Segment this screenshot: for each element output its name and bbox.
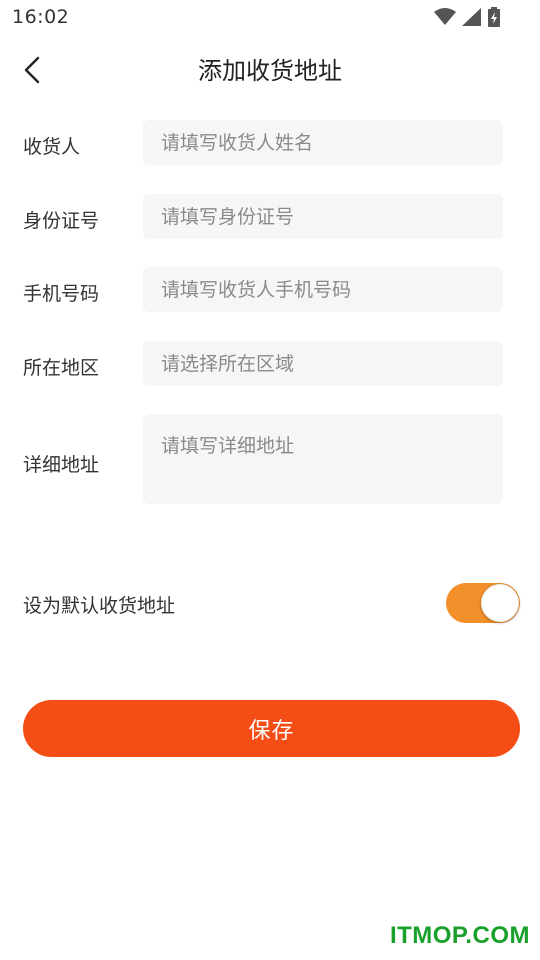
region-row: 所在地区 xyxy=(0,341,540,386)
phone-row: 手机号码 xyxy=(0,267,540,312)
toggle-knob xyxy=(481,584,519,622)
wifi-icon xyxy=(434,8,456,30)
region-label: 所在地区 xyxy=(23,357,100,379)
watermark: ITMOP.COM xyxy=(389,922,530,949)
address-textarea[interactable] xyxy=(143,414,503,504)
default-address-row: 设为默认收货地址 xyxy=(0,580,540,626)
phone-label: 手机号码 xyxy=(23,283,100,305)
consignee-input[interactable] xyxy=(143,120,503,165)
id-number-row: 身份证号 xyxy=(0,194,540,239)
id-number-input[interactable] xyxy=(143,194,503,239)
battery-charging-icon xyxy=(488,7,500,31)
default-address-toggle[interactable] xyxy=(446,583,520,623)
region-select[interactable] xyxy=(143,341,503,386)
consignee-row: 收货人 xyxy=(0,120,540,165)
default-address-label: 设为默认收货地址 xyxy=(23,595,176,617)
status-time: 16:02 xyxy=(12,6,70,28)
save-button[interactable]: 保存 xyxy=(23,700,520,757)
address-row: 详细地址 xyxy=(0,414,540,504)
status-bar: 16:02 xyxy=(0,0,540,34)
page-title: 添加收货地址 xyxy=(198,57,342,85)
consignee-label: 收货人 xyxy=(23,136,81,158)
id-number-label: 身份证号 xyxy=(23,210,100,232)
address-label: 详细地址 xyxy=(23,454,100,476)
status-icons xyxy=(434,7,500,31)
cell-signal-icon xyxy=(462,8,482,30)
header-bar: 添加收货地址 xyxy=(0,34,540,104)
phone-input[interactable] xyxy=(143,267,503,312)
